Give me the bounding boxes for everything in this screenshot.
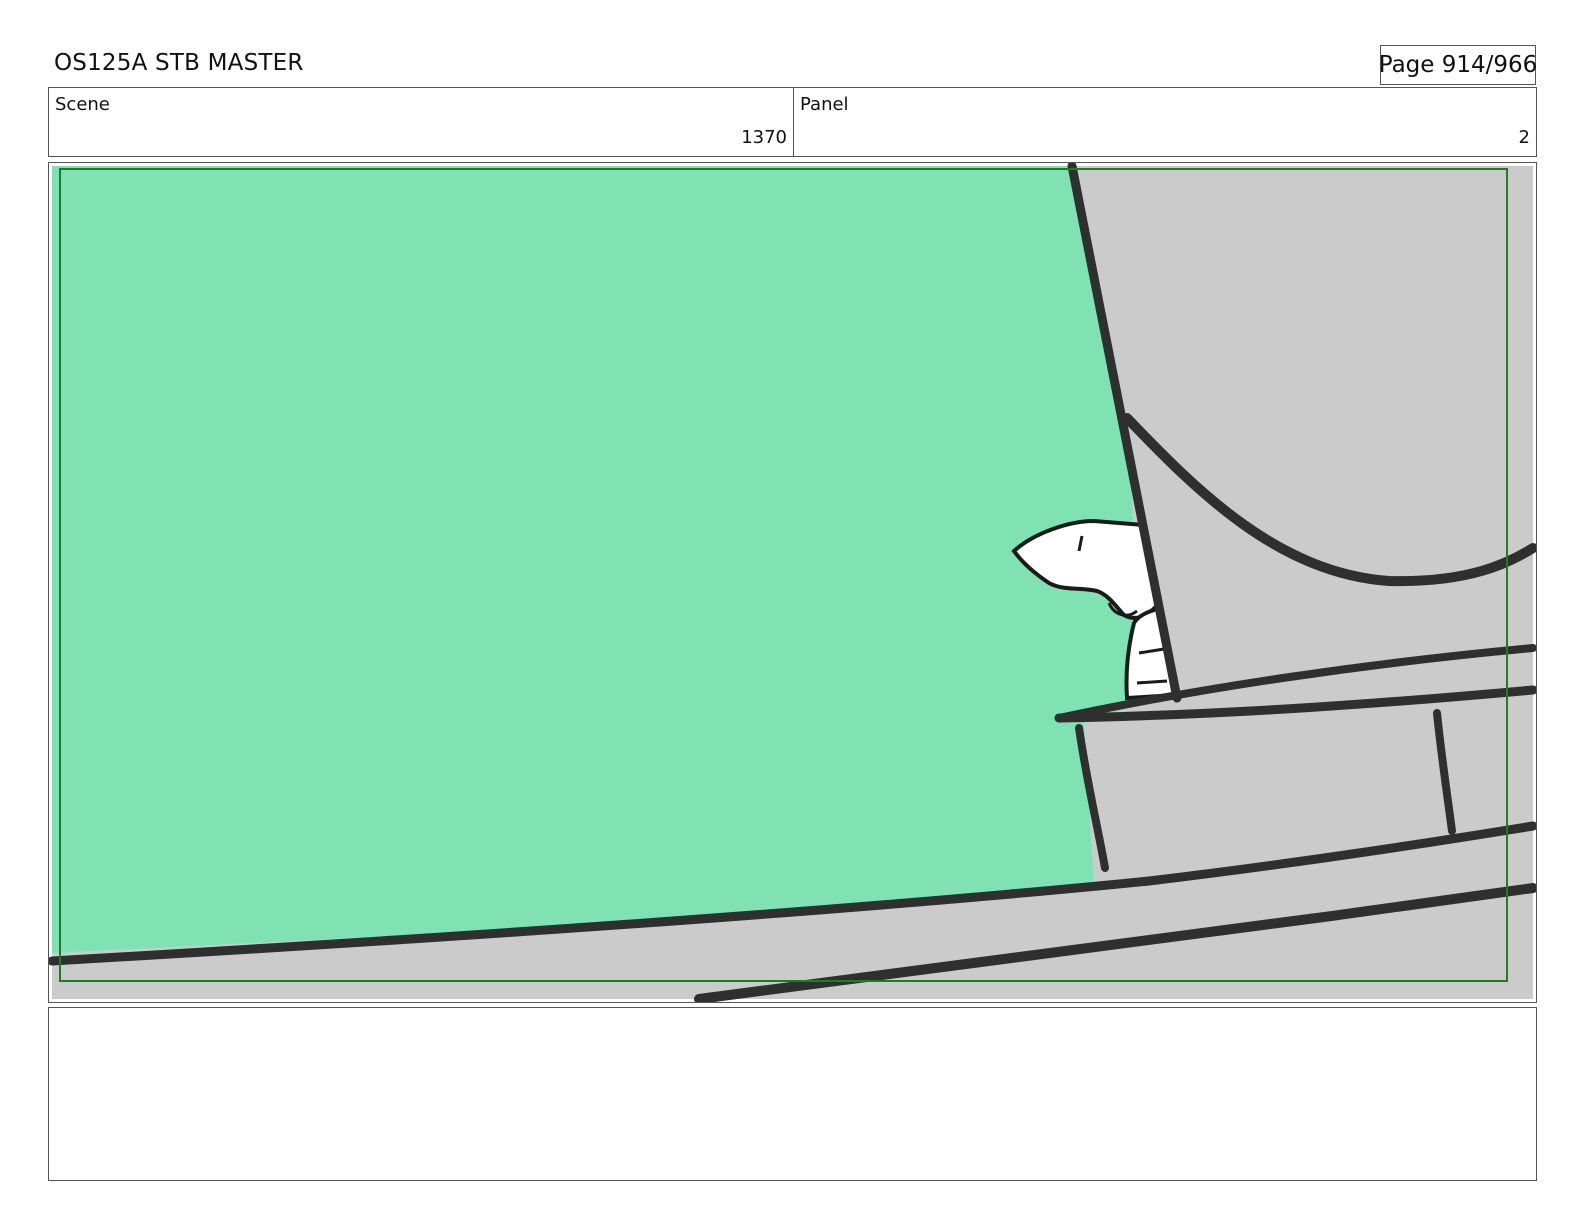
panel-cell: Panel 2 [794, 88, 1536, 156]
scene-panel-info: Scene 1370 Panel 2 [48, 87, 1537, 157]
scene-cell: Scene 1370 [49, 88, 794, 156]
document-title: OS125A STB MASTER [54, 50, 304, 76]
scene-label: Scene [55, 94, 110, 115]
storyboard-frame [48, 162, 1537, 1003]
notes-area [48, 1007, 1537, 1181]
page-number: Page 914/966 [1379, 45, 1537, 85]
panel-label: Panel [800, 94, 849, 115]
scene-number: 1370 [741, 127, 787, 148]
storyboard-drawing [49, 163, 1536, 1002]
panel-number: 2 [1518, 127, 1530, 148]
